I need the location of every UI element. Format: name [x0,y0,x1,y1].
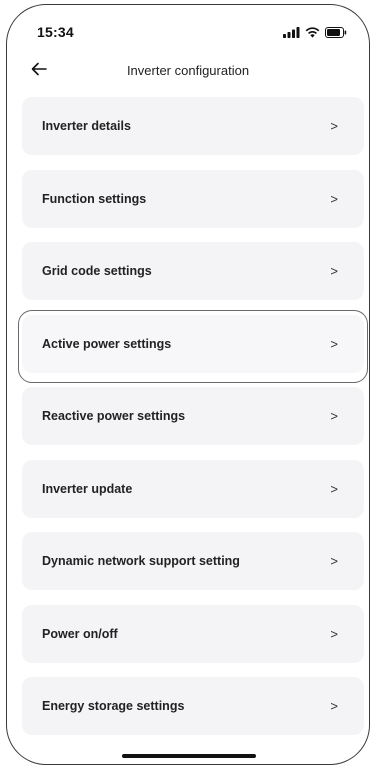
chevron-right-icon: > [330,698,338,714]
chevron-right-icon: > [330,408,338,424]
battery-icon [325,26,347,38]
chevron-right-icon: > [330,191,338,206]
menu-item-energy-storage-settings[interactable]: Energy storage settings > [22,677,364,735]
menu-item-label: Function settings [42,191,147,206]
status-time: 15:34 [37,24,74,40]
menu-item-inverter-details[interactable]: Inverter details > [22,97,364,155]
menu-item-label: Inverter update [42,481,133,496]
chevron-right-icon: > [330,118,338,134]
chevron-right-icon: > [330,626,338,641]
page-title: Inverter configuration [126,63,250,78]
menu-item-power-on-off[interactable]: Power on/off > [22,604,364,663]
chevron-right-icon: > [330,481,338,496]
menu-item-reactive-power-settings[interactable]: Reactive power settings > [22,387,364,445]
status-icons [283,26,347,38]
settings-menu-list: Inverter details > Function settings > G… [22,97,364,750]
menu-item-label: Energy storage settings [42,699,185,713]
menu-item-dynamic-network-support[interactable]: Dynamic network support setting > [22,532,364,590]
menu-item-inverter-update[interactable]: Inverter update > [22,459,364,518]
chevron-right-icon: > [330,553,338,569]
phone-frame: 15:34 Inverter configuration Inverter de… [6,4,370,765]
menu-item-label: Grid code settings [42,264,152,278]
menu-item-label: Power on/off [42,626,118,641]
home-indicator[interactable] [122,754,256,758]
menu-item-active-power-settings[interactable]: Active power settings > [22,314,364,373]
menu-item-label: Reactive power settings [42,409,186,423]
menu-item-label: Dynamic network support setting [42,554,240,568]
menu-item-label: Inverter details [42,119,131,133]
wifi-icon [305,26,320,38]
menu-item-label: Active power settings [42,336,172,351]
app-header: Inverter configuration [7,51,369,91]
chevron-right-icon: > [330,263,338,279]
signal-icon [283,26,300,38]
menu-item-function-settings[interactable]: Function settings > [22,169,364,228]
status-bar: 15:34 [7,5,369,49]
chevron-right-icon: > [330,336,338,351]
menu-item-grid-code-settings[interactable]: Grid code settings > [22,242,364,300]
